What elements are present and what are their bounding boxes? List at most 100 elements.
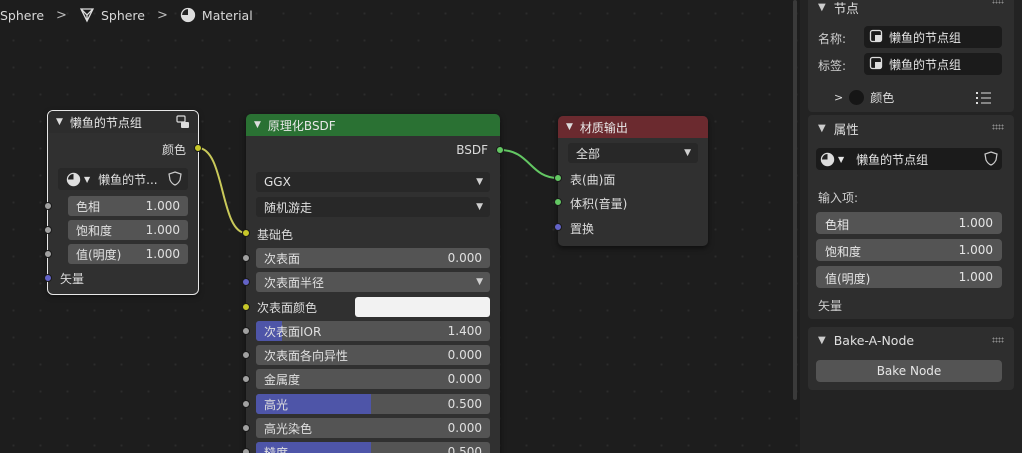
breadcrumb: Sphere > Sphere > Material — [0, 5, 253, 25]
subsurface-radius-dropdown[interactable]: 次表面半径 ▼ — [256, 272, 490, 292]
specular-tint-socket[interactable] — [242, 424, 250, 432]
panel-value-label: 值(明度) — [825, 272, 871, 286]
bake-section-title: Bake-A-Node — [833, 332, 915, 348]
chevron-down-icon[interactable]: ▼ — [818, 2, 826, 13]
value-field[interactable]: 值(明度) 1.000 — [68, 244, 188, 264]
bake-section-header[interactable]: ▼ Bake-A-Node — [818, 327, 914, 353]
group-node-title: 懒鱼的节点组 — [69, 115, 142, 130]
node-section-title: 节点 — [833, 0, 859, 16]
volume-label: 体积(音量) — [570, 197, 628, 211]
value-socket[interactable] — [44, 250, 52, 258]
fake-user-shield-icon[interactable] — [168, 171, 182, 189]
subsurface-aniso-value: 0.000 — [447, 348, 482, 362]
node-editor[interactable]: Sphere > Sphere > Material ▼ 懒鱼的节点组 颜色 ▼… — [0, 0, 800, 453]
subsurface-aniso-field[interactable]: 次表面各向异性 0.000 — [256, 345, 490, 365]
specular-tint-field[interactable]: 高光染色 0.000 — [256, 418, 490, 438]
metallic-label: 金属度 — [264, 372, 301, 387]
chevron-right-icon: > — [157, 7, 168, 23]
bsdf-node-header[interactable]: ▼ 原理化BSDF — [246, 114, 500, 136]
properties-section-header[interactable]: ▼ 属性 — [818, 115, 859, 141]
saturation-socket[interactable] — [44, 226, 52, 234]
material-icon — [820, 152, 835, 167]
specular-tint-value: 0.000 — [447, 421, 482, 435]
displacement-label: 置换 — [570, 222, 595, 236]
group-node[interactable]: ▼ 懒鱼的节点组 颜色 ▼ 懒鱼的节... 色相 1.000 饱和度 1.000 — [44, 110, 202, 295]
subsurface-ior-socket[interactable] — [242, 327, 250, 335]
scrollbar[interactable] — [793, 0, 797, 400]
subsurface-radius-socket[interactable] — [242, 278, 250, 286]
node-tree-icon[interactable] — [176, 115, 190, 132]
subsurface-socket[interactable] — [242, 254, 250, 262]
chevron-right-icon: > — [56, 7, 67, 23]
drag-handle-icon[interactable] — [992, 0, 1004, 4]
color-toggle-icon[interactable] — [849, 90, 865, 105]
chevron-down-icon[interactable]: ▼ — [254, 120, 261, 130]
vector-socket[interactable] — [44, 274, 52, 282]
output-target-value: 全部 — [576, 146, 601, 161]
roughness-field[interactable]: 糙度 0.500 — [256, 442, 490, 453]
specular-field[interactable]: 高光 0.500 — [256, 394, 490, 414]
inputs-label: 输入项: — [818, 191, 859, 205]
list-menu-icon[interactable] — [976, 91, 992, 108]
saturation-field[interactable]: 饱和度 1.000 — [68, 220, 188, 240]
chevron-down-icon[interactable]: ▼ — [818, 335, 826, 346]
panel-hue-label: 色相 — [825, 218, 850, 232]
subsurface-color-swatch[interactable] — [355, 297, 490, 317]
volume-socket[interactable] — [554, 198, 562, 206]
node-group-selector[interactable]: ▼ 懒鱼的节点组 — [816, 148, 1002, 170]
chevron-down-icon[interactable]: ▼ — [56, 117, 63, 127]
displacement-socket[interactable] — [554, 223, 562, 231]
metallic-field[interactable]: 金属度 0.000 — [256, 369, 490, 389]
subsurface-label: 次表面 — [264, 251, 301, 266]
sss-method-dropdown[interactable]: 随机游走 ▼ — [256, 197, 490, 217]
chevron-down-icon[interactable]: ▼ — [818, 123, 826, 134]
subsurface-ior-field[interactable]: 次表面IOR 1.400 — [256, 321, 490, 341]
properties-section: ▼ 属性 ▼ 懒鱼的节点组 输入项: 色相 1.000 饱和度 1.000 值(… — [808, 115, 1014, 319]
drag-handle-icon[interactable] — [992, 337, 1004, 343]
bsdf-output-socket[interactable] — [496, 146, 504, 154]
panel-saturation-label: 饱和度 — [825, 245, 862, 259]
fake-user-shield-icon[interactable] — [984, 151, 998, 169]
specular-value: 0.500 — [447, 397, 482, 411]
group-node-header[interactable]: ▼ 懒鱼的节点组 — [48, 111, 198, 133]
label-field[interactable]: 懒鱼的节点组 — [864, 53, 1002, 75]
panel-hue-value: 1.000 — [958, 216, 993, 230]
breadcrumb-material[interactable]: Material — [202, 8, 253, 23]
surface-socket[interactable] — [554, 174, 562, 182]
output-target-dropdown[interactable]: 全部 ▼ — [568, 143, 698, 163]
subsurface-aniso-label: 次表面各向异性 — [264, 348, 349, 363]
principled-bsdf-node[interactable]: ▼ 原理化BSDF BSDF GGX ▼ 随机游走 ▼ 基础色 次表面 0.00… — [242, 114, 504, 453]
mesh-icon — [79, 8, 95, 23]
distribution-dropdown[interactable]: GGX ▼ — [256, 172, 490, 192]
panel-hue-field[interactable]: 色相 1.000 — [816, 212, 1002, 234]
saturation-value: 1.000 — [145, 223, 180, 237]
specular-socket[interactable] — [242, 400, 250, 408]
name-field[interactable]: 懒鱼的节点组 — [864, 26, 1002, 48]
panel-value-field[interactable]: 值(明度) 1.000 — [816, 266, 1002, 288]
breadcrumb-object[interactable]: Sphere — [0, 8, 44, 23]
material-output-node[interactable]: ▼ 材质输出 全部 ▼ 表(曲)面 体积(音量) 置换 — [554, 116, 708, 246]
metallic-socket[interactable] — [242, 375, 250, 383]
bake-node-button[interactable]: Bake Node — [816, 360, 1002, 382]
breadcrumb-mesh[interactable]: Sphere — [101, 8, 145, 23]
chevron-down-icon[interactable]: ▼ — [566, 122, 573, 132]
hue-socket[interactable] — [44, 202, 52, 210]
output-color-socket[interactable] — [194, 144, 202, 152]
hue-field[interactable]: 色相 1.000 — [68, 196, 188, 216]
node-section-header[interactable]: ▼ 节点 — [818, 0, 859, 20]
subsurface-field[interactable]: 次表面 0.000 — [256, 248, 490, 268]
panel-saturation-field[interactable]: 饱和度 1.000 — [816, 239, 1002, 261]
output-node-header[interactable]: ▼ 材质输出 — [558, 116, 708, 138]
drag-handle-icon[interactable] — [992, 124, 1004, 130]
group-datablock-selector[interactable]: ▼ 懒鱼的节... — [58, 168, 188, 190]
color-subpanel-header[interactable]: > 颜色 — [834, 89, 894, 106]
panel-vector-label: 矢量 — [818, 299, 843, 313]
subsurface-aniso-socket[interactable] — [242, 351, 250, 359]
subsurface-color-socket[interactable] — [242, 303, 250, 311]
base-color-socket[interactable] — [242, 229, 250, 237]
roughness-socket[interactable] — [242, 448, 250, 453]
bsdf-output-label: BSDF — [456, 143, 488, 157]
surface-label: 表(曲)面 — [570, 173, 616, 187]
output-color-label: 颜色 — [161, 143, 186, 157]
material-icon — [66, 172, 81, 187]
